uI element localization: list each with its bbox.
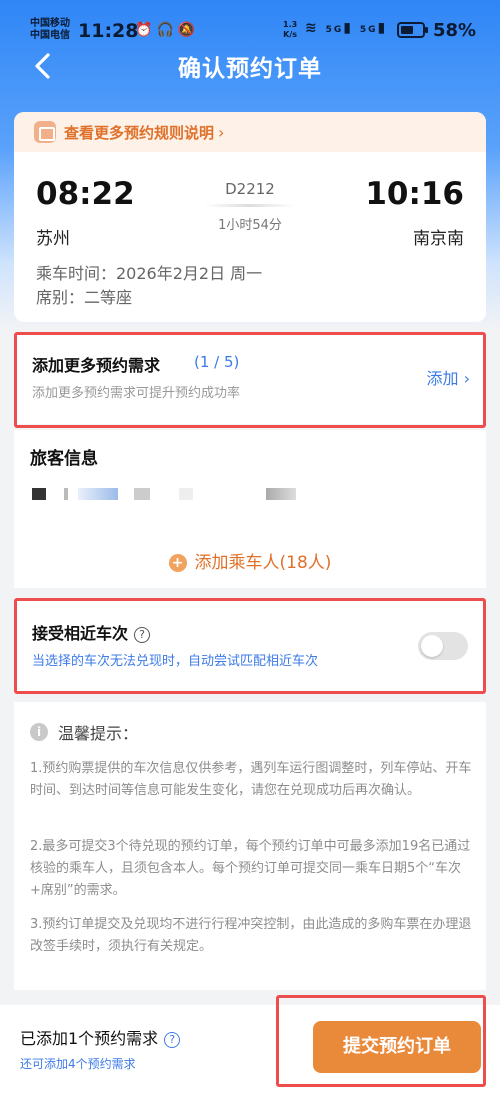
requirements-count: (1 / 5) [194,353,240,371]
headphones-icon: 🎧 [156,22,178,38]
carrier-2: 中国电信 [30,30,70,41]
battery-icon [397,22,428,38]
redacted-passenger-info [266,488,296,500]
nearby-trains-card: 接受相近车次? 当选择的车次无法兑现时，自动尝试匹配相近车次 [14,600,486,692]
requirements-card[interactable]: 添加更多预约需求 (1 / 5) 添加更多预约需求可提升预约成功率 添加 › [14,332,486,424]
redacted-passenger-info [179,488,193,500]
signal-bars-icon-2: ▮ [377,20,388,36]
tips-card: i 温馨提示： 1.预约购票提供的车次信息仅供参考，遇列车运行图调整时，列车停站… [14,702,486,990]
net-speed-value: 1.3 [283,20,298,29]
seat-type: 席别：二等座 [36,288,133,307]
signal-label-2: 5G [359,25,378,35]
rules-book-icon [34,121,56,143]
network-speed: 1.3 K/s [283,20,297,40]
added-requirements-text: 已添加1个预约需求? [20,1025,181,1049]
tip-item: 3.预约订单提交及兑现均不进行行程冲突控制，由此造成的多购车票在办理退改签手续时… [30,917,472,954]
help-icon[interactable]: ? [134,627,151,643]
page-title: 确认预约订单 [178,56,322,82]
requirements-subtitle: 添加更多预约需求可提升预约成功率 [32,386,241,401]
alarm-icon: ⏰ [135,22,157,38]
plus-circle-icon: + [168,554,187,572]
status-icons: ⏰🎧🔕 [135,22,199,38]
nearby-trains-title: 接受相近车次? [32,620,151,644]
info-icon: i [30,723,48,741]
tip-item: 1.预约购票提供的车次信息仅供参考，遇列车运行图调整时，列车停站、开车时间、到达… [30,761,472,798]
signal-icons: ≋ 5G▮ 5G▮ [305,20,387,36]
battery-fill [401,26,413,34]
add-passenger-button[interactable]: + 添加乘车人(18人) [14,548,486,573]
arrival-station: 南京南 [413,229,464,249]
remaining-requirements-text: 还可添加4个预约需求 [20,1057,136,1071]
rules-banner[interactable]: 查看更多预约规则说明 › [14,112,486,152]
nearby-trains-subtitle: 当选择的车次无法兑现时，自动尝试匹配相近车次 [32,654,319,669]
add-passenger-label: 添加乘车人(18人) [194,553,332,573]
nearby-trains-toggle[interactable] [418,632,468,660]
rules-link[interactable]: 查看更多预约规则说明 [64,122,214,143]
redacted-passenger-info [32,488,46,500]
wifi-icon: ≋ [305,20,319,36]
passenger-title: 旅客信息 [30,449,98,469]
passenger-card: 旅客信息 + 添加乘车人(18人) [14,430,486,588]
tips-title: 温馨提示： [58,724,139,743]
tip-item: 2.最多可提交3个待兑现的预约订单，每个预约订单中可最多添加19名已通过核验的乘… [30,839,471,898]
redacted-passenger-info [78,488,118,500]
nearby-trains-label: 接受相近车次 [32,624,129,643]
redacted-passenger-info [134,488,150,500]
status-time: 11:28 [78,20,139,42]
carrier-info: 中国移动 中国电信 [30,18,70,42]
added-requirements-label: 已添加1个预约需求 [20,1029,159,1048]
train-info-card: 查看更多预约规则说明 › 08:22 苏州 D2212 1小时54分 10:16… [14,112,486,322]
mute-icon: 🔕 [177,22,200,38]
battery-percent: 58% [433,20,477,41]
help-icon[interactable]: ? [164,1032,181,1048]
redacted-passenger-info [64,488,68,500]
signal-bars-icon: ▮ [343,20,353,36]
signal-label-1: 5G [325,25,344,35]
bottom-bar: 已添加1个预约需求? 还可添加4个预约需求 提交预约订单 [0,1005,500,1105]
submit-order-button[interactable]: 提交预约订单 [313,1021,481,1073]
chevron-right-icon: › [218,122,225,142]
toggle-knob [421,635,443,657]
ride-date: 乘车时间：2026年2月2日 周一 [36,264,263,283]
requirements-title: 添加更多预约需求 [32,356,161,375]
arrival-time: 10:16 [365,176,464,212]
tips-header: i 温馨提示： [30,720,138,744]
carrier-1: 中国移动 [30,18,70,29]
route-line [204,204,294,207]
add-requirement-button[interactable]: 添加 › [427,365,471,389]
net-speed-unit: K/s [283,30,298,39]
